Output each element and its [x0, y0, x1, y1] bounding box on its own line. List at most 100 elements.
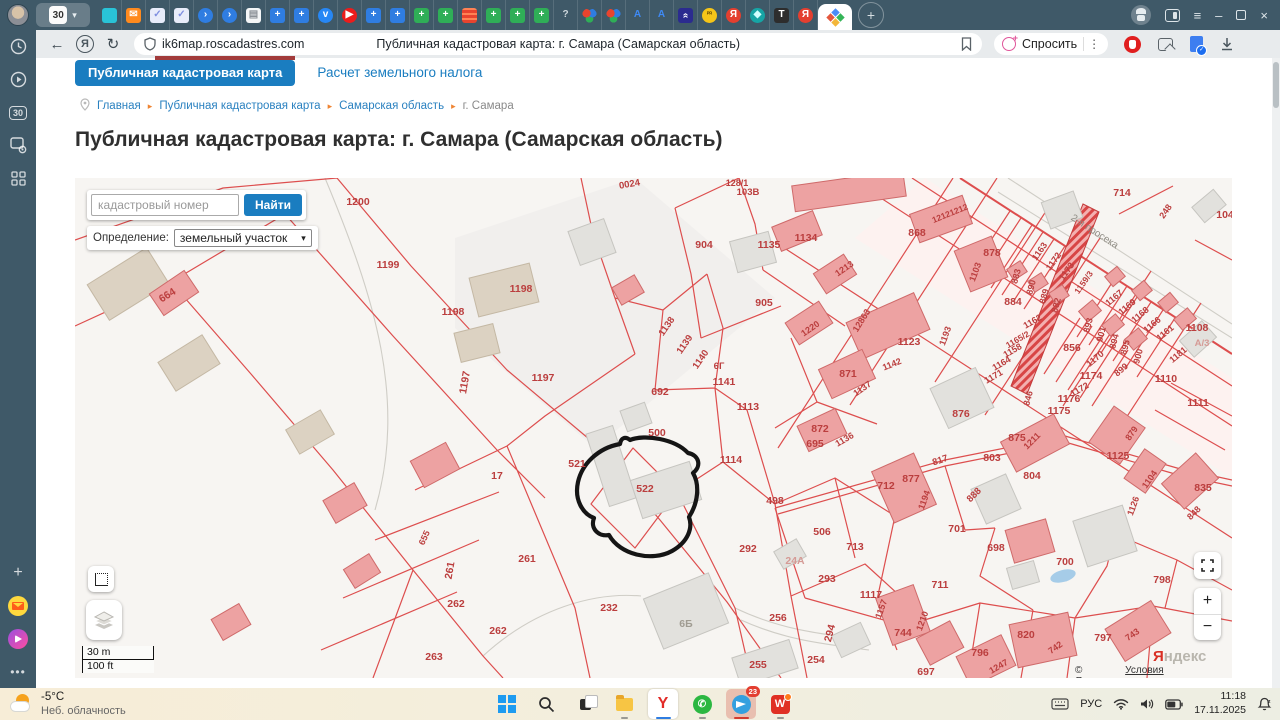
history-clock-icon[interactable]: [0, 30, 36, 63]
active-browser-tab[interactable]: [818, 4, 852, 30]
file-explorer-button[interactable]: [609, 689, 639, 719]
cadastral-map[interactable]: 1200119911981198119711976641752152250069…: [75, 178, 1232, 678]
browser-tab-pro-badge[interactable]: ᴾᴿ: [698, 0, 722, 30]
restore-button[interactable]: [1236, 10, 1246, 20]
svg-text:z: z: [1268, 699, 1271, 705]
close-button[interactable]: ×: [1260, 8, 1268, 23]
browser-tab-yandex[interactable]: Я: [794, 0, 818, 30]
browser-tab-youtube[interactable]: ▶: [338, 0, 362, 30]
measure-tool-button[interactable]: [88, 566, 114, 592]
tab-counter-icon[interactable]: 30: [0, 96, 36, 129]
add-plus-icon[interactable]: +: [0, 556, 36, 589]
browser-tab-blue-plus[interactable]: +: [290, 0, 314, 30]
browser-tab-blue-arrow[interactable]: ›: [194, 0, 218, 30]
guest-profile-icon[interactable]: [1131, 5, 1151, 25]
blue-arrow-icon: ›: [198, 8, 213, 23]
alice-assistant-icon[interactable]: [0, 622, 36, 655]
browser-tab-striped-red-app[interactable]: [458, 0, 482, 30]
page-scrollbar[interactable]: [1272, 58, 1280, 688]
browser-tab-green-plus[interactable]: +: [482, 0, 506, 30]
back-button[interactable]: ←: [44, 36, 70, 53]
battery-icon[interactable]: [1165, 699, 1183, 710]
clock-widget[interactable]: 11:18 17.11.2025: [1194, 690, 1246, 717]
notification-bell-icon[interactable]: z: [1257, 697, 1272, 712]
browser-tab-docs-check[interactable]: ✓: [146, 0, 170, 30]
breadcrumb-item[interactable]: Публичная кадастровая карта: [159, 100, 320, 112]
browser-tab-help[interactable]: ?: [554, 0, 578, 30]
zoom-in-button[interactable]: +: [1194, 588, 1221, 615]
browser-tab-vk[interactable]: ᴠ: [314, 0, 338, 30]
browser-tab-document[interactable]: ▤: [242, 0, 266, 30]
language-indicator[interactable]: РУС: [1080, 698, 1102, 710]
yandex-icon: Я: [798, 8, 813, 23]
docs-extension-icon[interactable]: [1190, 36, 1203, 52]
browser-tab-blue-plus[interactable]: +: [386, 0, 410, 30]
yandex-mail-icon[interactable]: [0, 589, 36, 622]
download-icon[interactable]: [1220, 37, 1234, 52]
browser-tab-color-dots[interactable]: [602, 0, 626, 30]
apps-grid-icon[interactable]: [0, 162, 36, 195]
browser-tab-t-bank[interactable]: Т: [770, 0, 794, 30]
browser-tab-color-dots[interactable]: [578, 0, 602, 30]
media-play-icon[interactable]: [0, 63, 36, 96]
layers-button[interactable]: [86, 600, 122, 640]
browser-tab-teal-gem[interactable]: ◆: [746, 0, 770, 30]
parcel-label: 698: [987, 542, 1005, 554]
breadcrumb-item[interactable]: Самарская область: [339, 100, 444, 112]
adblock-extension-icon[interactable]: [1124, 36, 1141, 53]
browser-tab-navy-chevrons[interactable]: «: [674, 0, 698, 30]
find-button[interactable]: Найти: [244, 194, 302, 216]
search-button[interactable]: [531, 689, 561, 719]
minimize-button[interactable]: –: [1215, 8, 1222, 23]
browser-tab-yandex[interactable]: Я: [722, 0, 746, 30]
volume-icon[interactable]: [1140, 698, 1154, 710]
windows-start-button[interactable]: [492, 689, 522, 719]
tab-land-tax[interactable]: Расчет земельного налога: [317, 60, 482, 80]
browser-tab-green-plus[interactable]: +: [530, 0, 554, 30]
yandex-button[interactable]: Я: [76, 35, 94, 53]
browser-tab-blue-a-app[interactable]: А: [626, 0, 650, 30]
browser-tab-teal-app[interactable]: [98, 0, 122, 30]
definition-select[interactable]: земельный участок ▾: [174, 229, 312, 247]
browser-tab-yandex-mail[interactable]: ✉: [122, 0, 146, 30]
bookmark-icon[interactable]: [961, 37, 972, 51]
more-options-icon[interactable]: ⋮: [1083, 37, 1100, 51]
browser-tab-green-plus[interactable]: +: [506, 0, 530, 30]
parcel-label: 261: [518, 553, 536, 565]
keyboard-icon[interactable]: [1051, 698, 1069, 710]
weather-widget[interactable]: -5°CНеб. облачность: [10, 690, 126, 718]
new-tab-button[interactable]: +: [858, 2, 884, 28]
zoom-out-button[interactable]: −: [1194, 615, 1221, 641]
tab-cadastral-map[interactable]: Публичная кадастровая карта: [75, 60, 295, 86]
telegram-button[interactable]: 23: [726, 689, 756, 719]
tab-group[interactable]: 30 ▾: [36, 3, 90, 27]
browser-tab-green-plus[interactable]: +: [410, 0, 434, 30]
more-dots-icon[interactable]: •••: [0, 655, 36, 688]
profile-avatar[interactable]: [7, 4, 29, 26]
whatsapp-button[interactable]: ✆: [687, 689, 717, 719]
breadcrumb-item[interactable]: Главная: [97, 100, 141, 112]
browser-tab-blue-arrow[interactable]: ›: [218, 0, 242, 30]
extension-icon[interactable]: [1158, 38, 1173, 51]
screenshot-icon[interactable]: [0, 129, 36, 162]
browser-tab-blue-plus[interactable]: +: [266, 0, 290, 30]
browser-tab-docs-check[interactable]: ✓: [170, 0, 194, 30]
browser-tab-blue-plus[interactable]: +: [362, 0, 386, 30]
vk-icon: ᴠ: [318, 8, 333, 23]
search-input[interactable]: [91, 194, 239, 216]
wps-office-button[interactable]: W: [765, 689, 795, 719]
refresh-button[interactable]: ↻: [100, 35, 126, 53]
yandex-browser-button[interactable]: Y: [648, 689, 678, 719]
browser-tab-green-plus[interactable]: +: [434, 0, 458, 30]
browser-tab-blue-a-app[interactable]: А: [650, 0, 674, 30]
fullscreen-button[interactable]: [1194, 552, 1221, 579]
terms-of-use-link[interactable]: Условия использования: [1125, 665, 1232, 678]
wifi-icon[interactable]: [1113, 698, 1129, 710]
menu-icon[interactable]: ≡: [1194, 8, 1202, 23]
address-bar[interactable]: ik6map.roscadastres.com Публичная кадаст…: [134, 33, 982, 55]
scrollbar-thumb[interactable]: [1273, 62, 1279, 108]
ask-alice-button[interactable]: Спросить ⋮: [994, 33, 1108, 55]
side-panel-icon[interactable]: [1165, 9, 1180, 22]
building: [730, 231, 777, 272]
task-view-button[interactable]: [570, 689, 600, 719]
